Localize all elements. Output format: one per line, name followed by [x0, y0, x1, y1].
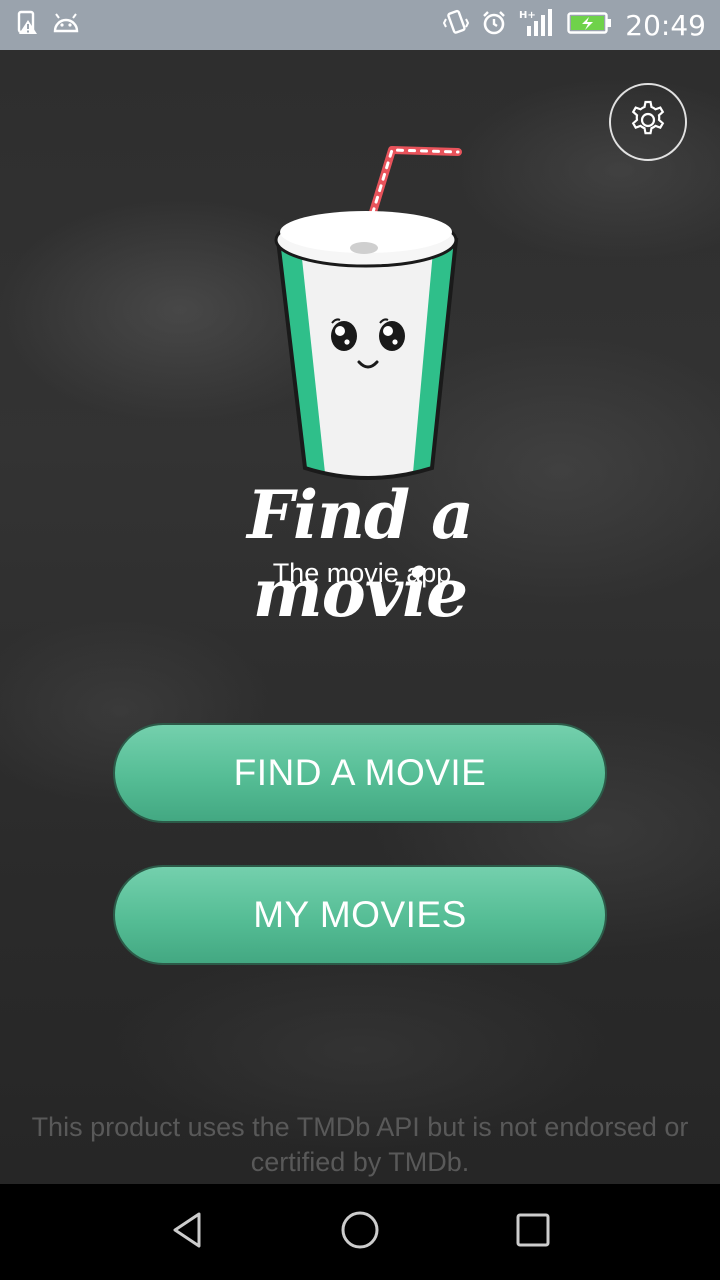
find-a-movie-label: FIND A MOVIE: [233, 752, 487, 793]
signal-h-plus-icon: H+: [519, 8, 555, 43]
tmdb-disclaimer: This product uses the TMDb API but is no…: [31, 1112, 689, 1177]
app-logo-title: Find a movie: [247, 476, 474, 632]
home-button[interactable]: [320, 1192, 400, 1272]
gear-icon: [626, 98, 670, 147]
back-button[interactable]: [147, 1192, 227, 1272]
vibrate-icon: [443, 9, 470, 42]
app-logo-subtitle: The movie app: [272, 558, 452, 588]
cup-mascot-logo: [270, 128, 470, 488]
battery-charging-icon: [567, 11, 613, 40]
find-a-movie-button[interactable]: FIND A MOVIE: [113, 723, 607, 823]
recents-icon: [515, 1212, 551, 1253]
svg-text:H+: H+: [519, 10, 536, 21]
status-time: 20:49: [625, 8, 706, 42]
settings-button[interactable]: [609, 83, 687, 161]
navigation-bar: [0, 1184, 720, 1280]
alarm-icon: [481, 10, 507, 41]
my-movies-label: MY MOVIES: [253, 894, 467, 935]
home-icon: [340, 1210, 380, 1255]
status-bar: H+ 20:49: [0, 0, 720, 50]
back-icon: [169, 1210, 205, 1255]
android-icon: [52, 12, 80, 39]
my-movies-button[interactable]: MY MOVIES: [113, 865, 607, 965]
recents-button[interactable]: [493, 1192, 573, 1272]
sim-alert-icon: [16, 10, 40, 41]
